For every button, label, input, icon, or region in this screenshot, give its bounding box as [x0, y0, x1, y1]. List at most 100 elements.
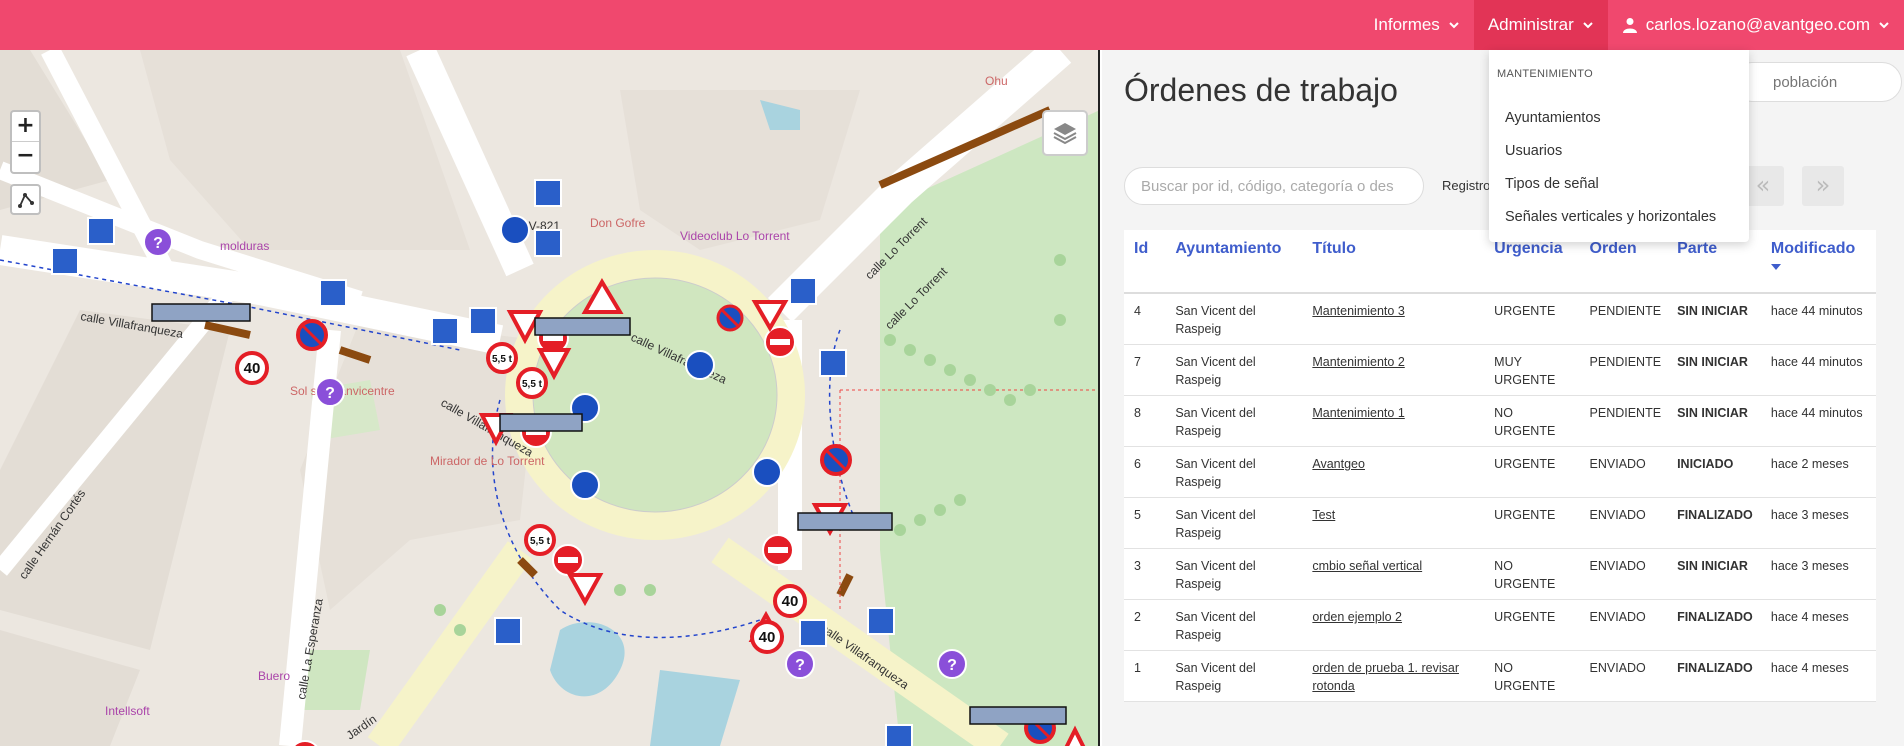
svg-text:5,5 t: 5,5 t [522, 379, 543, 390]
cell-modificado: hace 44 minutos [1760, 344, 1876, 396]
layers-icon [1053, 123, 1077, 145]
svg-text:40: 40 [759, 629, 776, 646]
search-input[interactable] [1124, 167, 1424, 205]
svg-text:?: ? [325, 385, 335, 402]
cell-id: 4 [1124, 293, 1166, 345]
cell-titulo[interactable]: orden de prueba 1. revisar rotonda [1302, 650, 1485, 702]
zoom-in-button[interactable]: + [12, 112, 39, 142]
cell-id: 3 [1124, 548, 1166, 600]
svg-text:5,5 t: 5,5 t [492, 354, 513, 365]
map-label-ohu: Ohu [985, 74, 1008, 88]
cell-titulo[interactable]: Mantenimiento 3 [1302, 293, 1485, 345]
cell-ayuntamiento: San Vicent del Raspeig [1165, 548, 1303, 600]
cell-urgencia: NO URGENTE [1484, 650, 1580, 702]
order-title-link[interactable]: Mantenimiento 2 [1312, 355, 1404, 369]
cell-parte: SIN INICIAR [1667, 293, 1761, 345]
cell-modificado: hace 44 minutos [1760, 293, 1876, 345]
order-title-link[interactable]: orden de prueba 1. revisar rotonda [1312, 661, 1459, 693]
cell-titulo[interactable]: Test [1302, 497, 1485, 549]
order-title-link[interactable]: orden ejemplo 2 [1312, 610, 1402, 624]
cell-id: 1 [1124, 650, 1166, 702]
order-title-link[interactable]: Mantenimiento 3 [1312, 304, 1404, 318]
cell-modificado: hace 44 minutos [1760, 395, 1876, 447]
map-canvas[interactable]: calle Villafranqueza calle Villafranquez… [0, 50, 1100, 746]
cell-id: 7 [1124, 344, 1166, 396]
map-label-videoclub: Videoclub Lo Torrent [680, 229, 790, 243]
cell-orden: ENVIADO [1579, 548, 1668, 600]
cell-orden: ENVIADO [1579, 446, 1668, 498]
table-row[interactable]: 3 San Vicent del Raspeig cmbio señal verti… [1124, 548, 1876, 600]
order-title-link[interactable]: Avantgeo [1312, 457, 1365, 471]
table-row[interactable]: 4 San Vicent del Raspeig Mantenimiento 3 UR… [1124, 293, 1876, 345]
cell-ayuntamiento: San Vicent del Raspeig [1165, 293, 1303, 345]
cell-modificado: hace 2 meses [1760, 446, 1876, 498]
column-header-ayuntamiento[interactable]: Ayuntamiento [1165, 230, 1303, 294]
column-header-modificado[interactable]: Modificado [1760, 230, 1876, 294]
cell-titulo[interactable]: Mantenimiento 1 [1302, 395, 1485, 447]
menu-item-tipos-senal[interactable]: Tipos de señal [1505, 176, 1599, 192]
cell-ayuntamiento: San Vicent del Raspeig [1165, 599, 1303, 651]
cell-ayuntamiento: San Vicent del Raspeig [1165, 344, 1303, 396]
menu-item-ayuntamientos[interactable]: Ayuntamientos [1505, 110, 1601, 126]
cell-titulo[interactable]: cmbio señal vertical [1302, 548, 1485, 600]
map-label-intellsoft: Intellsoft [105, 704, 150, 718]
column-header-titulo[interactable]: Título [1302, 230, 1485, 294]
cell-id: 2 [1124, 599, 1166, 651]
svg-text:40: 40 [782, 593, 799, 610]
nav-administrar[interactable]: Administrar [1473, 0, 1608, 50]
table-row[interactable]: 2 San Vicent del Raspeig orden ejemplo 2 UR… [1124, 599, 1876, 651]
table-row[interactable]: 6 San Vicent del Raspeig Avantgeo URGENTE EN… [1124, 446, 1876, 498]
menu-item-senales[interactable]: Señales verticales y horizontales [1505, 209, 1716, 225]
dropdown-header: MANTENIMIENTO [1497, 68, 1593, 80]
table-row[interactable]: 1 San Vicent del Raspeig orden de prueba 1… [1124, 650, 1876, 702]
map-view[interactable]: calle Villafranqueza calle Villafranquez… [0, 50, 1100, 746]
map-label-buero: Buero [258, 669, 290, 683]
cell-orden: PENDIENTE [1579, 293, 1668, 345]
map-label-mirador: Mirador de Lo Torrent [430, 454, 545, 468]
menu-item-usuarios[interactable]: Usuarios [1505, 143, 1562, 159]
nav-informes[interactable]: Informes [1360, 0, 1474, 50]
cell-orden: ENVIADO [1579, 497, 1668, 549]
layers-button[interactable] [1042, 110, 1088, 156]
cell-ayuntamiento: San Vicent del Raspeig [1165, 650, 1303, 702]
administrar-dropdown: MANTENIMIENTO Ayuntamientos Usuarios Tip… [1489, 50, 1749, 242]
table-row[interactable]: 8 San Vicent del Raspeig Mantenimiento 1 NO… [1124, 395, 1876, 447]
next-page-button[interactable]: » [1802, 166, 1844, 206]
cell-modificado: hace 3 meses [1760, 548, 1876, 600]
cell-ayuntamiento: San Vicent del Raspeig [1165, 395, 1303, 447]
cell-orden: PENDIENTE [1579, 344, 1668, 396]
cell-urgencia: MUY URGENTE [1484, 344, 1580, 396]
cell-titulo[interactable]: orden ejemplo 2 [1302, 599, 1485, 651]
table-row[interactable]: 7 San Vicent del Raspeig Mantenimiento 2 MU… [1124, 344, 1876, 396]
page-title: Órdenes de trabajo [1124, 72, 1398, 108]
poblacion-filter[interactable] [1732, 62, 1902, 102]
polyline-icon [17, 192, 34, 208]
order-title-link[interactable]: Mantenimiento 1 [1312, 406, 1404, 420]
cell-orden: ENVIADO [1579, 650, 1668, 702]
chevron-down-icon [1879, 22, 1889, 29]
svg-text:?: ? [947, 657, 957, 674]
cell-parte: SIN INICIAR [1667, 395, 1761, 447]
cell-urgencia: URGENTE [1484, 497, 1580, 549]
table-body: 4 San Vicent del Raspeig Mantenimiento 3 UR… [1124, 293, 1876, 702]
order-title-link[interactable]: Test [1312, 508, 1335, 522]
cell-modificado: hace 4 meses [1760, 599, 1876, 651]
cell-parte: SIN INICIAR [1667, 548, 1761, 600]
column-header-id[interactable]: Id [1124, 230, 1166, 294]
nav-user-email: carlos.lozano@avantgeo.com [1645, 15, 1870, 34]
cell-urgencia: URGENTE [1484, 446, 1580, 498]
order-title-link[interactable]: cmbio señal vertical [1312, 559, 1422, 573]
nav-user-menu[interactable]: carlos.lozano@avantgeo.com [1608, 0, 1904, 50]
cell-titulo[interactable]: Avantgeo [1302, 446, 1485, 498]
draw-polyline-button[interactable] [10, 184, 41, 215]
cell-parte: INICIADO [1667, 446, 1761, 498]
table-row[interactable]: 5 San Vicent del Raspeig Test URGENTE ENVIAD… [1124, 497, 1876, 549]
work-orders-table: Id Ayuntamiento Título Urgencia Orden Pa… [1124, 230, 1876, 702]
cell-titulo[interactable]: Mantenimiento 2 [1302, 344, 1485, 396]
chevron-down-icon [1583, 22, 1593, 29]
zoom-out-button[interactable]: − [12, 142, 39, 172]
cell-parte: FINALIZADO [1667, 599, 1761, 651]
cell-parte: FINALIZADO [1667, 650, 1761, 702]
cell-id: 6 [1124, 446, 1166, 498]
sort-desc-icon [1770, 264, 1781, 270]
